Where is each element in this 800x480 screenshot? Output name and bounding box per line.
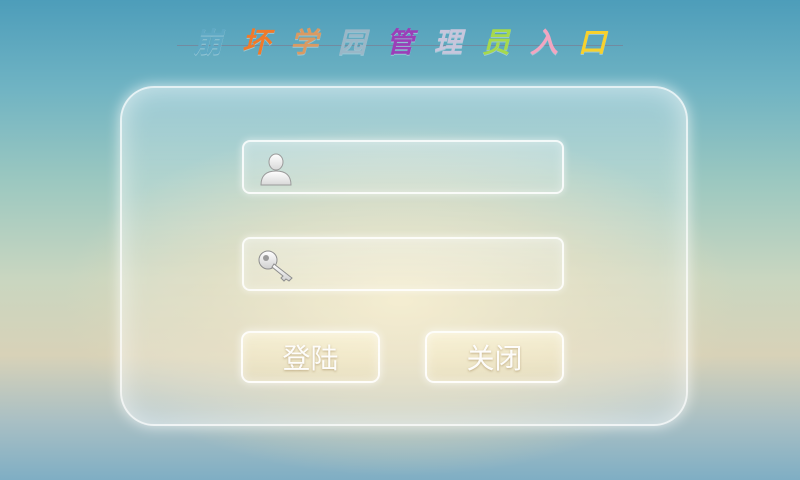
title-text: 崩坏学园管理员入口 [177, 21, 623, 61]
title-char: 学 [289, 26, 318, 59]
username-input[interactable] [300, 148, 554, 188]
username-field[interactable] [242, 140, 564, 194]
title-char: 口 [577, 26, 606, 59]
user-icon [260, 153, 292, 186]
title-char: 园 [337, 26, 366, 59]
title-char: 管 [385, 26, 414, 59]
title-char: 员 [481, 26, 510, 59]
key-icon [258, 250, 293, 282]
title-banner: 崩坏学园管理员入口 [0, 18, 800, 64]
close-button[interactable]: 关闭 [425, 331, 564, 383]
title-char: 入 [529, 26, 558, 59]
password-field[interactable] [242, 237, 564, 291]
password-input[interactable] [300, 245, 554, 285]
login-button[interactable]: 登陆 [241, 331, 380, 383]
title-char: 崩 [193, 26, 222, 59]
title-char: 坏 [241, 26, 270, 59]
title-char: 理 [433, 26, 462, 59]
